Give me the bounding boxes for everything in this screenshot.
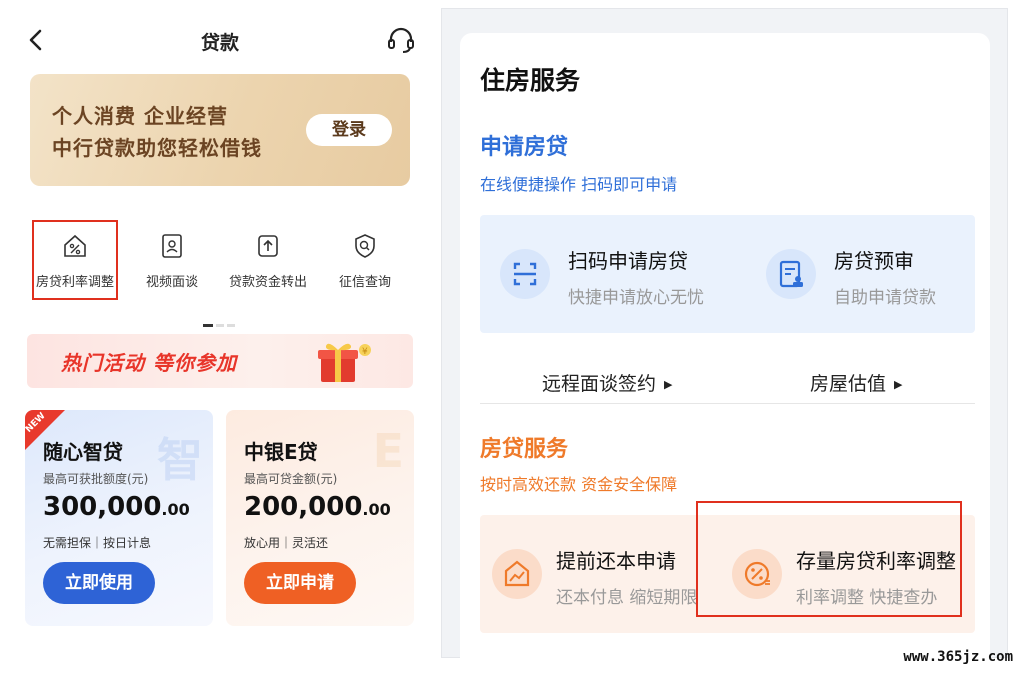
left-loan-screen: 贷款 个人消费 企业经营 中行贷款助您轻松借钱 登录 房贷利率调整 视频面谈 贷… <box>10 8 430 658</box>
function-loan-transfer-out[interactable]: 贷款资金转出 <box>218 233 318 291</box>
loan-card-suixin[interactable]: 智 NEW 随心智贷 最高可获批额度(元) 300,000.00 无需担保｜按日… <box>25 410 213 626</box>
tile-title: 提前还本申请 <box>556 549 676 573</box>
page-title: 贷款 <box>200 32 239 54</box>
card-watermark: E <box>372 424 404 478</box>
tile-subtitle: 还本付息 缩短期限 <box>556 588 698 608</box>
mortgage-service-subtitle: 按时高效还款 资金安全保障 <box>480 475 678 494</box>
tile-mortgage-preapproval[interactable]: 房贷预审 自助申请贷款 <box>746 215 975 333</box>
chart-house-icon-bg <box>492 549 542 599</box>
document-person-icon <box>779 260 803 288</box>
link-remote-signing[interactable]: 远程面谈签约 ▶ <box>542 369 672 396</box>
gift-box-icon: ¥ <box>318 343 371 382</box>
card-title: 随心智贷 <box>43 440 123 464</box>
function-label: 贷款资金转出 <box>228 275 307 290</box>
banner-line-2: 中行贷款助您轻松借钱 <box>52 136 262 160</box>
mortgage-service-title: 房贷服务 <box>480 437 569 462</box>
caret-right-icon: ▶ <box>664 378 673 391</box>
video-person-icon <box>162 234 182 258</box>
chart-house-icon <box>504 560 530 587</box>
function-label: 视频面谈 <box>145 275 198 290</box>
card-subtitle: 最高可贷金额(元) <box>244 472 338 486</box>
banner-line-1: 个人消费 企业经营 <box>52 104 228 128</box>
site-watermark: www.365jz.com <box>903 649 1013 665</box>
activity-banner[interactable]: 热门活动 等你参加 ¥ <box>27 334 413 388</box>
card-tags: 放心用｜灵活还 <box>244 536 329 550</box>
amount-decimals: .00 <box>362 500 391 519</box>
headset-icon[interactable] <box>386 25 416 55</box>
card-amount: 300,000.00 <box>43 492 190 522</box>
tile-subtitle: 自助申请贷款 <box>834 288 936 308</box>
section-heading: 住房服务 <box>480 66 581 95</box>
scan-icon-bg <box>500 249 550 299</box>
link-house-valuation[interactable]: 房屋估值 ▶ <box>810 369 902 396</box>
card-tags: 无需担保｜按日计息 <box>43 536 152 550</box>
function-credit-inquiry[interactable]: 征信查询 <box>315 233 415 291</box>
divider <box>480 403 975 404</box>
function-label: 征信查询 <box>338 275 391 290</box>
apply-tiles: 扫码申请房贷 快捷申请放心无忧 房贷预审 自助申请贷款 <box>480 215 975 333</box>
tile-subtitle: 快捷申请放心无忧 <box>568 288 704 308</box>
activity-text: 热门活动 等你参加 <box>61 351 237 375</box>
use-now-button[interactable]: 立即使用 <box>43 562 155 604</box>
card-amount: 200,000.00 <box>244 492 391 522</box>
loan-card-e-loan[interactable]: E 中银E贷 最高可贷金额(元) 200,000.00 放心用｜灵活还 立即申请 <box>226 410 414 626</box>
tile-title: 扫码申请房贷 <box>568 249 688 273</box>
apply-mortgage-subtitle: 在线便捷操作 扫码即可申请 <box>480 175 678 194</box>
scan-icon <box>513 262 537 286</box>
svg-text:¥: ¥ <box>362 347 368 357</box>
link-label: 房屋估值 <box>810 373 887 395</box>
document-icon-bg <box>766 249 816 299</box>
top-bar: 贷款 <box>10 8 430 72</box>
card-subtitle: 最高可获批额度(元) <box>43 472 149 486</box>
tile-title: 房贷预审 <box>834 249 914 273</box>
highlight-box <box>696 501 962 617</box>
caret-right-icon: ▶ <box>894 378 903 391</box>
promo-banner[interactable]: 个人消费 企业经营 中行贷款助您轻松借钱 登录 <box>30 74 410 186</box>
function-video-interview[interactable]: 视频面谈 <box>122 233 222 291</box>
right-housing-service-screen: 住房服务 申请房贷 在线便捷操作 扫码即可申请 扫码申请房贷 快捷申请放心无忧 … <box>441 8 1008 673</box>
card-watermark: 智 <box>157 433 203 487</box>
tile-prepayment[interactable]: 提前还本申请 还本付息 缩短期限 <box>480 515 720 633</box>
amount-decimals: .00 <box>161 500 190 519</box>
amount-integer: 300,000 <box>43 492 162 522</box>
apply-mortgage-title: 申请房贷 <box>480 135 569 160</box>
transfer-out-icon <box>258 235 278 257</box>
link-label: 远程面谈签约 <box>542 373 657 395</box>
apply-now-button[interactable]: 立即申请 <box>244 562 356 604</box>
shield-search-icon <box>355 234 375 258</box>
login-button[interactable]: 登录 <box>306 114 392 146</box>
tile-scan-apply[interactable]: 扫码申请房贷 快捷申请放心无忧 <box>480 215 728 333</box>
highlight-box <box>32 220 118 300</box>
page-indicator <box>203 312 238 331</box>
amount-integer: 200,000 <box>244 492 363 522</box>
card-title: 中银E贷 <box>244 440 318 464</box>
